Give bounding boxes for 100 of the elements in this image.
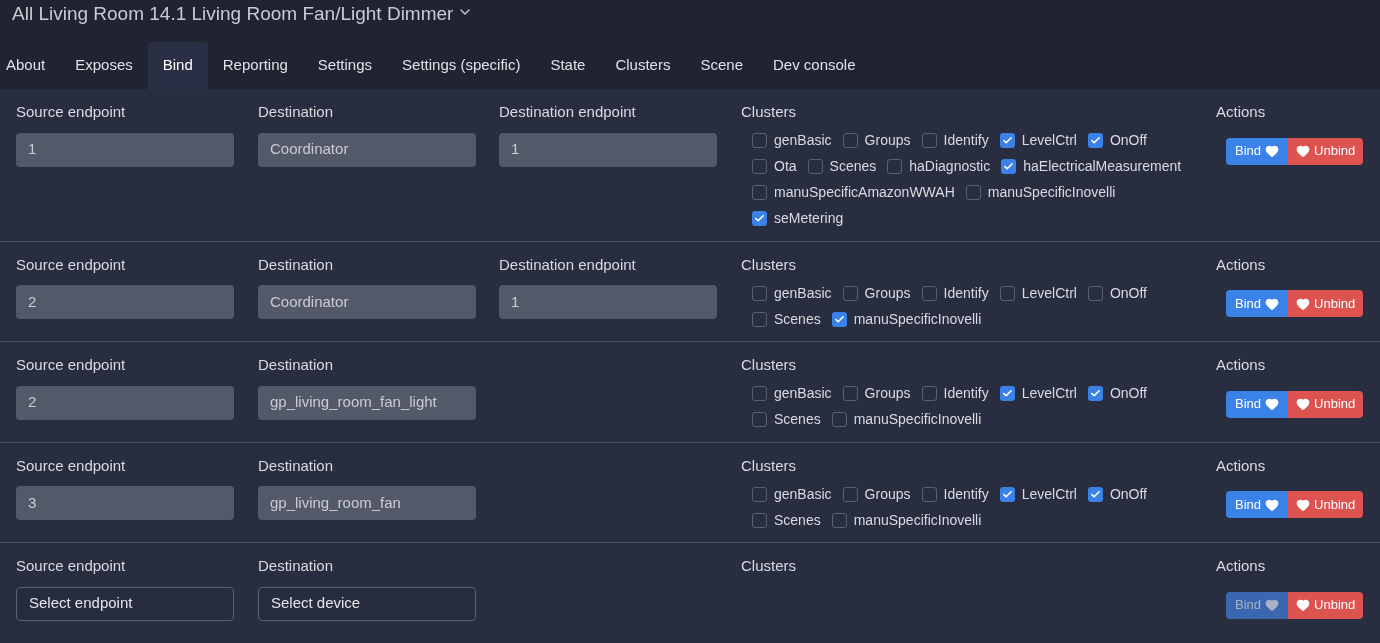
checkbox[interactable] — [921, 386, 937, 401]
checkbox[interactable] — [831, 311, 847, 327]
checkbox[interactable] — [842, 285, 858, 301]
cluster-label: Scenes — [774, 410, 821, 429]
cluster-label: LevelCtrl — [1021, 131, 1077, 150]
destination-field[interactable]: Select device — [258, 586, 476, 621]
cluster-label: manuSpecificInovelli — [853, 410, 982, 429]
check-icon — [1001, 388, 1013, 399]
checkbox[interactable] — [921, 285, 937, 301]
checkbox[interactable] — [999, 386, 1015, 401]
cluster-label: manuSpecificAmazonWWAH — [774, 183, 955, 202]
checkbox[interactable] — [921, 133, 937, 148]
tab[interactable]: Scene — [685, 42, 758, 89]
cluster-label: LevelCtrl — [1021, 283, 1077, 303]
cluster-label: haElectricalMeasurement — [1023, 157, 1182, 176]
broken-heart-icon — [1296, 598, 1311, 612]
cluster-label: LevelCtrl — [1021, 484, 1077, 504]
tab[interactable]: Clusters — [600, 42, 686, 89]
checkbox[interactable] — [887, 159, 903, 174]
cluster-label: Identify — [943, 484, 989, 504]
column-label: Source endpoint — [16, 455, 127, 476]
column-label: Destination endpoint — [499, 254, 637, 275]
cluster-label: manuSpecificInovelli — [987, 183, 1116, 202]
checkbox[interactable] — [1087, 486, 1103, 502]
unbind-button[interactable]: Unbind — [1288, 137, 1364, 165]
checkbox[interactable] — [752, 285, 767, 301]
broken-heart-icon — [1296, 296, 1311, 311]
bind-button[interactable]: Bind — [1226, 290, 1289, 317]
checkbox[interactable] — [999, 486, 1015, 502]
tab[interactable]: Settings — [302, 42, 388, 89]
check-icon — [1001, 488, 1013, 500]
cluster-label: Identify — [943, 131, 989, 150]
column-label: Source endpoint — [16, 254, 127, 275]
cluster-label: Identify — [943, 283, 989, 303]
checkbox[interactable] — [752, 486, 767, 502]
unbind-button[interactable]: Unbind — [1288, 390, 1364, 418]
checkbox[interactable] — [752, 512, 767, 528]
cluster-label: OnOff — [1109, 283, 1147, 303]
column-label: Actions — [1216, 102, 1267, 122]
cluster-label: LevelCtrl — [1021, 384, 1077, 403]
check-icon — [1001, 135, 1013, 146]
heart-icon — [1265, 497, 1280, 512]
column-label: Source endpoint — [16, 556, 127, 576]
bind-button[interactable]: Bind — [1226, 491, 1289, 518]
checkbox[interactable] — [842, 486, 858, 502]
checkbox[interactable] — [807, 159, 823, 174]
tab[interactable]: Exposes — [60, 42, 148, 89]
checkbox[interactable] — [1087, 133, 1103, 148]
tab[interactable]: About — [0, 42, 61, 89]
heart-icon — [1265, 296, 1280, 311]
column-label: Destination — [258, 102, 335, 122]
checkbox[interactable] — [752, 159, 767, 174]
cluster-label: manuSpecificInovelli — [853, 510, 982, 530]
checkbox[interactable] — [752, 386, 767, 401]
checkbox[interactable] — [921, 486, 937, 502]
column-label: Source endpoint — [16, 102, 127, 122]
check-icon — [1089, 135, 1101, 146]
checkbox[interactable] — [752, 185, 767, 200]
column-label: Source endpoint — [16, 355, 127, 375]
cluster-label: Groups — [864, 384, 911, 403]
checkbox[interactable] — [999, 133, 1015, 148]
cluster-label: Scenes — [774, 510, 821, 530]
check-icon — [833, 313, 845, 325]
checkbox[interactable] — [1087, 386, 1103, 401]
checkbox[interactable] — [752, 133, 767, 148]
cluster-label: genBasic — [774, 384, 832, 403]
column-label: Destination — [258, 556, 335, 576]
checkbox[interactable] — [965, 185, 981, 200]
check-icon — [754, 213, 765, 224]
check-icon — [1003, 161, 1015, 172]
checkbox[interactable] — [752, 311, 767, 327]
column-label: Destination — [258, 254, 335, 275]
cluster-label: manuSpecificInovelli — [853, 309, 982, 329]
tab[interactable]: Dev console — [758, 42, 871, 89]
tab[interactable]: Settings (specific) — [387, 42, 536, 89]
checkbox[interactable] — [1001, 159, 1017, 174]
column-label: Actions — [1216, 254, 1267, 275]
checkbox[interactable] — [842, 133, 858, 148]
tab[interactable]: Reporting — [207, 42, 303, 89]
source-endpoint-field[interactable]: Select endpoint — [16, 586, 234, 621]
check-icon — [1089, 388, 1101, 399]
heart-icon — [1265, 598, 1280, 612]
column-label: Actions — [1216, 556, 1267, 576]
unbind-button[interactable]: Unbind — [1288, 591, 1364, 619]
column-label: Destination endpoint — [499, 102, 637, 122]
checkbox[interactable] — [1087, 285, 1103, 301]
cluster-label: OnOff — [1109, 131, 1147, 150]
cluster-label: seMetering — [774, 209, 844, 228]
bind-button[interactable]: Bind — [1226, 390, 1289, 418]
tab[interactable]: Bind — [147, 42, 208, 89]
checkbox[interactable] — [752, 211, 767, 226]
checkbox[interactable] — [831, 512, 847, 528]
checkbox[interactable] — [842, 386, 858, 401]
checkbox[interactable] — [831, 412, 847, 427]
checkbox[interactable] — [752, 412, 767, 427]
unbind-button[interactable]: Unbind — [1288, 491, 1364, 518]
bind-button[interactable]: Bind — [1226, 137, 1289, 165]
checkbox[interactable] — [999, 285, 1015, 301]
unbind-button[interactable]: Unbind — [1288, 290, 1364, 317]
tab[interactable]: State — [535, 42, 601, 89]
